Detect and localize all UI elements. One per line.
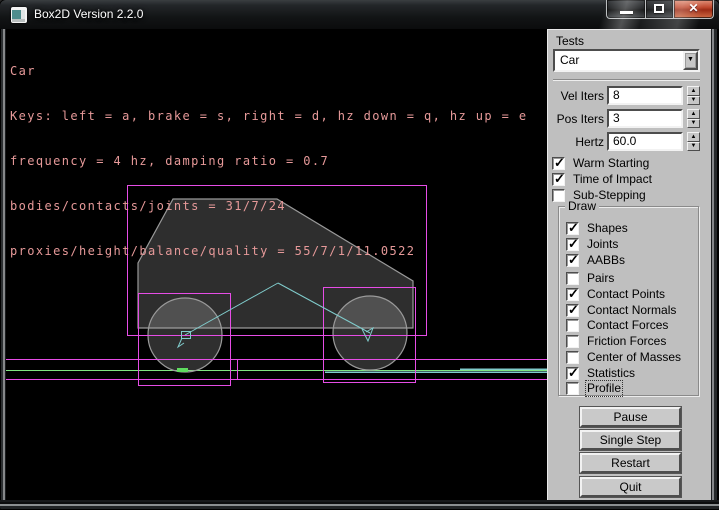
hertz-row: Hertz 60.0 ▲ ▼ [547, 132, 711, 151]
arrow-up-icon: ▲ [688, 111, 699, 117]
shapes-label: Shapes [587, 222, 628, 235]
pos-iters-spin-up[interactable]: ▲ [687, 109, 700, 119]
arrow-down-icon: ▼ [688, 143, 699, 149]
close-icon: ✕ [674, 1, 713, 15]
checkbox-profile[interactable]: ✓ Profile [566, 382, 621, 395]
check-icon: ✓ [568, 236, 579, 252]
stats-line: proxies/height/balance/quality = 55/7/1/… [10, 244, 527, 259]
tests-dropdown-value: Car [555, 51, 683, 70]
checkbox-warm-starting[interactable]: ✓ Warm Starting [552, 157, 649, 170]
check-icon: ✓ [554, 155, 565, 171]
close-button[interactable]: ✕ [673, 0, 714, 19]
quit-button[interactable]: Quit [580, 477, 681, 497]
checkbox-shapes[interactable]: ✓ Shapes [566, 222, 628, 235]
window-title: Box2D Version 2.2.0 [34, 0, 143, 29]
statistics-label: Statistics [587, 367, 635, 380]
checkbox-aabbs[interactable]: ✓ AABBs [566, 254, 625, 267]
vel-iters-field[interactable]: 8 [607, 86, 683, 105]
friction-forces-label: Friction Forces [587, 335, 666, 348]
hertz-label: Hertz [547, 135, 604, 149]
pos-iters-label: Pos Iters [547, 112, 604, 126]
tests-dropdown-button[interactable]: ▼ [683, 51, 698, 70]
app-icon [11, 7, 27, 23]
contact-normals-label: Contact Normals [587, 304, 676, 317]
arrow-up-icon: ▲ [688, 134, 699, 140]
hertz-spin-up[interactable]: ▲ [687, 132, 700, 142]
check-icon: ✓ [568, 220, 579, 236]
checkbox-time-of-impact[interactable]: ✓ Time of Impact [552, 173, 652, 186]
contact-forces-label: Contact Forces [587, 319, 668, 332]
hertz-spinner: ▲ ▼ [687, 132, 700, 151]
simulation-viewport[interactable]: Car Keys: left = a, brake = s, right = d… [6, 29, 547, 500]
vel-iters-spinner: ▲ ▼ [687, 86, 700, 105]
time-of-impact-label: Time of Impact [573, 173, 652, 186]
arrow-up-icon: ▲ [688, 88, 699, 94]
checkbox-contact-points[interactable]: ✓ Contact Points [566, 288, 665, 301]
pause-button[interactable]: Pause [580, 407, 681, 427]
minimize-icon [620, 11, 633, 14]
tests-label: Tests [556, 35, 584, 48]
app-icon-bottom-pane [12, 19, 25, 22]
single-step-button[interactable]: Single Step [580, 430, 681, 450]
app-icon-teal-pane [12, 10, 21, 19]
stats-line: Car [10, 64, 527, 79]
debug-stats-text: Car Keys: left = a, brake = s, right = d… [10, 34, 527, 289]
checkbox-contact-normals[interactable]: ✓ Contact Normals [566, 304, 676, 317]
pos-iters-spin-down[interactable]: ▼ [687, 119, 700, 129]
stats-line: frequency = 4 hz, damping ratio = 0.7 [10, 154, 527, 169]
arrow-down-icon: ▼ [688, 120, 699, 126]
app-icon-light-pane [21, 10, 25, 19]
hertz-spin-down[interactable]: ▼ [687, 142, 700, 152]
maximize-button[interactable] [646, 0, 673, 19]
pairs-label: Pairs [587, 272, 614, 285]
profile-label: Profile [587, 382, 621, 395]
pos-iters-field[interactable]: 3 [607, 109, 683, 128]
check-icon: ✓ [568, 252, 579, 268]
window-frame-right [711, 29, 719, 500]
stats-line: bodies/contacts/joints = 31/7/24 [10, 199, 527, 214]
maximize-icon [654, 4, 664, 13]
chevron-down-icon: ▼ [685, 56, 696, 63]
control-panel: Tests Car ▼ Vel Iters 8 ▲ ▼ Pos Iters 3 … [547, 29, 711, 500]
center-of-masses-label: Center of Masses [587, 351, 681, 364]
stats-line: Keys: left = a, brake = s, right = d, hz… [10, 109, 527, 124]
warm-starting-label: Warm Starting [573, 157, 649, 170]
pos-iters-spinner: ▲ ▼ [687, 109, 700, 128]
checkbox-statistics[interactable]: ✓ Statistics [566, 367, 635, 380]
contact-point-marker [177, 368, 188, 372]
check-icon: ✓ [554, 171, 565, 187]
app-window: Box2D Version 2.2.0 ✕ [0, 0, 719, 510]
title-bar[interactable]: Box2D Version 2.2.0 ✕ [0, 0, 719, 29]
vel-iters-row: Vel Iters 8 ▲ ▼ [547, 86, 711, 105]
vel-iters-spin-up[interactable]: ▲ [687, 86, 700, 96]
draw-group-box: Draw ✓ Shapes ✓ Joints ✓ AABBs ✓ Pairs ✓… [558, 206, 699, 396]
check-icon: ✓ [568, 302, 579, 318]
vel-iters-spin-down[interactable]: ▼ [687, 96, 700, 106]
hertz-field[interactable]: 60.0 [607, 132, 683, 151]
checkbox-pairs[interactable]: ✓ Pairs [566, 272, 614, 285]
aabbs-label: AABBs [587, 254, 625, 267]
vel-iters-label: Vel Iters [547, 89, 604, 103]
check-icon: ✓ [568, 365, 579, 381]
separator [553, 79, 700, 81]
joints-label: Joints [587, 238, 618, 251]
checkbox-center-of-masses[interactable]: ✓ Center of Masses [566, 351, 681, 364]
checkbox-contact-forces[interactable]: ✓ Contact Forces [566, 319, 668, 332]
restart-button[interactable]: Restart [580, 453, 681, 473]
checkbox-friction-forces[interactable]: ✓ Friction Forces [566, 335, 666, 348]
caption-button-group: ✕ [606, 0, 714, 19]
pos-iters-row: Pos Iters 3 ▲ ▼ [547, 109, 711, 128]
contact-points-label: Contact Points [587, 288, 665, 301]
check-icon: ✓ [568, 286, 579, 302]
checkbox-joints[interactable]: ✓ Joints [566, 238, 618, 251]
minimize-button[interactable] [606, 0, 646, 19]
arrow-down-icon: ▼ [688, 97, 699, 103]
window-frame-bottom [0, 500, 719, 510]
tests-dropdown[interactable]: Car ▼ [553, 49, 700, 72]
draw-group-title: Draw [565, 200, 599, 213]
